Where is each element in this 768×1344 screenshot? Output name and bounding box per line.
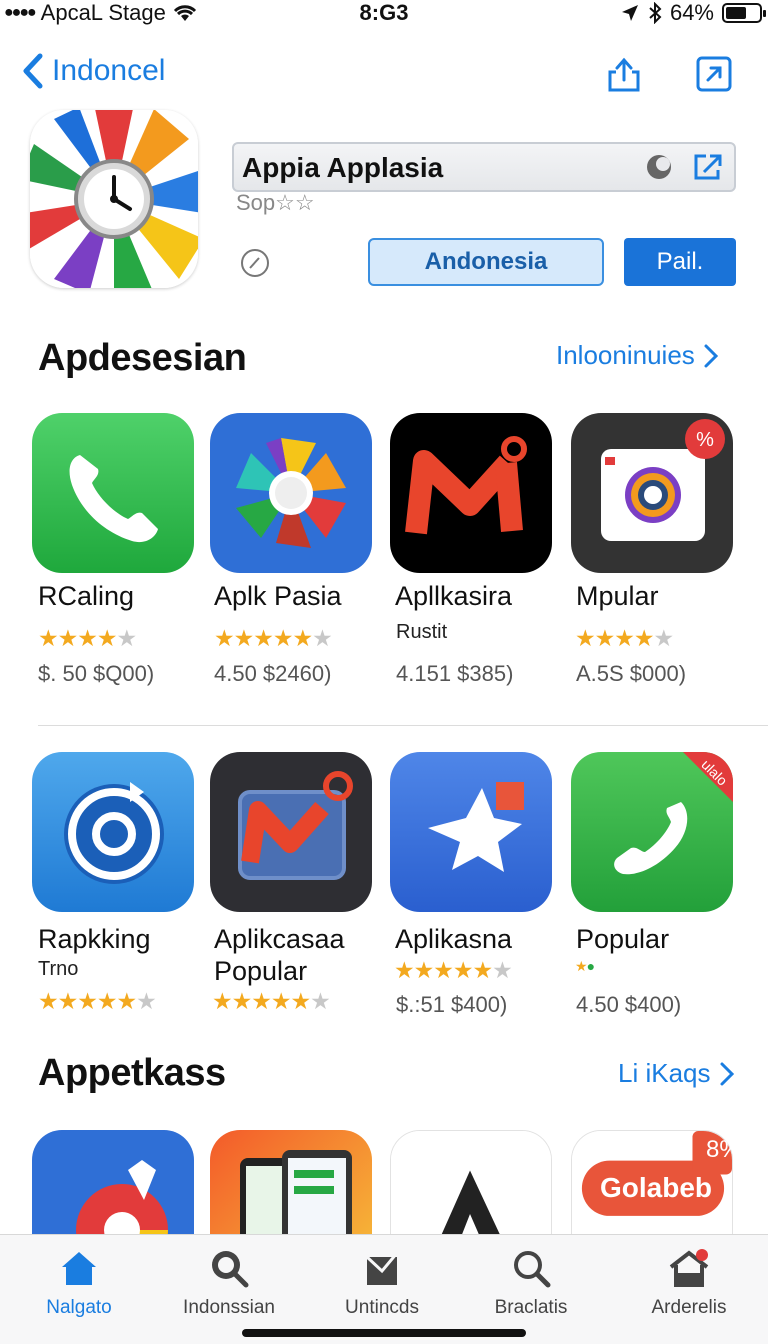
app-price: 4.50 $400) (576, 992, 682, 1017)
target-icon (32, 752, 194, 912)
rating-stars: ★★★★★★ (212, 988, 331, 1014)
tab-search[interactable]: Indonssian (152, 1247, 306, 1319)
app-tile-phone-2[interactable]: ulalo (571, 752, 733, 912)
see-all-label: Li iKaqs (618, 1058, 711, 1088)
app-name: Apllkasira (395, 581, 513, 611)
app-name: Aplikasna (395, 924, 513, 954)
battery-icon (722, 3, 766, 23)
svg-text:%: % (696, 429, 714, 451)
app-title: Appia Applasia (242, 152, 444, 183)
see-all-link[interactable]: Inlooninuies (556, 340, 719, 371)
status-bar: ●●●● ApcaL Stage 8:G3 64% (0, 0, 768, 26)
phone-icon: ulalo (571, 752, 733, 912)
app-name: Mpular (576, 581, 659, 611)
app-tile-target[interactable] (32, 752, 194, 912)
bluetooth-icon (649, 2, 662, 24)
app-icon[interactable] (30, 110, 198, 288)
app-tile-photos[interactable] (210, 413, 372, 573)
chevron-right-icon (720, 1062, 734, 1085)
photos-icon (210, 413, 372, 573)
tab-label: Indonssian (183, 1297, 275, 1318)
app-subtitle: Sop☆☆ (236, 190, 315, 215)
tile-label: Golabeb (600, 1172, 713, 1203)
back-button[interactable]: Indoncel (20, 52, 165, 90)
rating-stars: ★★★★★★ (214, 625, 333, 651)
app-price: A.5S $000) (576, 661, 687, 686)
mail-icon (210, 752, 372, 912)
battery-percent: 64% (669, 0, 714, 25)
section-title: Apdesesian (38, 337, 247, 379)
app-subtitle: Trno (38, 958, 79, 980)
app-name: Aplikcasaa (214, 924, 345, 954)
share-icon[interactable] (604, 54, 644, 94)
app-tile-phone[interactable] (32, 413, 194, 573)
star-icon (390, 752, 552, 912)
camera-icon: % (571, 413, 733, 573)
refresh-icon[interactable] (644, 152, 674, 182)
tab-label: Arderelis (651, 1297, 727, 1318)
clock-icon (241, 249, 269, 277)
app-price: 4.50 $2460) (214, 661, 332, 686)
back-label: Indoncel (52, 54, 166, 87)
mail-icon (390, 413, 552, 573)
app-tile-mail-2[interactable] (210, 752, 372, 912)
title-icons (644, 152, 724, 182)
status-right: 64% (620, 0, 766, 26)
inbox-icon (365, 1252, 399, 1285)
tab-browse[interactable]: Braclatis (454, 1247, 608, 1319)
divider (38, 725, 768, 726)
app-price: 4.151 $385) (396, 661, 514, 686)
app-title-box: Appia Applasia (232, 142, 736, 192)
location-icon (621, 5, 638, 21)
app-name: Rapkking (38, 924, 151, 954)
home-indicator[interactable] (242, 1329, 526, 1337)
rating-stars: ★★★★★ (575, 625, 674, 651)
app-price: $. 50 $Q00) (38, 661, 155, 686)
region-button[interactable]: Andonesia (368, 238, 604, 286)
app-tile-camera[interactable]: % (571, 413, 733, 573)
tab-label: Braclatis (494, 1297, 568, 1318)
house-icon (669, 1249, 709, 1287)
app-tile-mail[interactable] (390, 413, 552, 573)
tab-label: Untincds (345, 1297, 419, 1318)
see-all-label: Inlooninuies (556, 340, 695, 370)
app-name: Aplk Pasia (214, 581, 342, 611)
search-icon (514, 1251, 551, 1288)
app-name: Popular (576, 924, 670, 954)
rating-stars: ★● (575, 958, 595, 974)
tab-updates[interactable]: Arderelis (612, 1247, 766, 1319)
tile-badge: 8% (706, 1136, 741, 1163)
chevron-left-icon (23, 53, 43, 89)
search-icon (212, 1251, 249, 1288)
external-link-icon[interactable] (692, 152, 724, 182)
app-name-line2: Popular (214, 956, 308, 986)
battery-fill (726, 7, 747, 19)
app-subtitle: Rustit (396, 621, 448, 643)
open-external-icon[interactable] (694, 54, 734, 94)
app-price: $.:51 $400) (396, 992, 508, 1017)
section-title-2: Appetkass (38, 1052, 226, 1094)
tab-home[interactable]: Nalgato (2, 1247, 156, 1319)
tab-bar: Nalgato Indonssian Untincds Braclatis Ar… (0, 1234, 768, 1344)
app-tile-star[interactable] (390, 752, 552, 912)
chevron-right-icon (704, 344, 718, 367)
clock-wheel-icon (30, 110, 198, 288)
see-all-link-2[interactable]: Li iKaqs (618, 1058, 735, 1089)
phone-icon (32, 413, 194, 573)
get-button[interactable]: Pail. (624, 238, 736, 286)
tab-label: Nalgato (46, 1297, 112, 1318)
rating-stars: ★★★★★★ (38, 988, 157, 1014)
home-icon (62, 1252, 96, 1285)
tab-inbox[interactable]: Untincds (305, 1247, 459, 1319)
rating-stars: ★★★★★ (38, 625, 137, 651)
app-name: RCaling (38, 581, 135, 611)
rating-stars: ★★★★★★ (394, 957, 513, 983)
